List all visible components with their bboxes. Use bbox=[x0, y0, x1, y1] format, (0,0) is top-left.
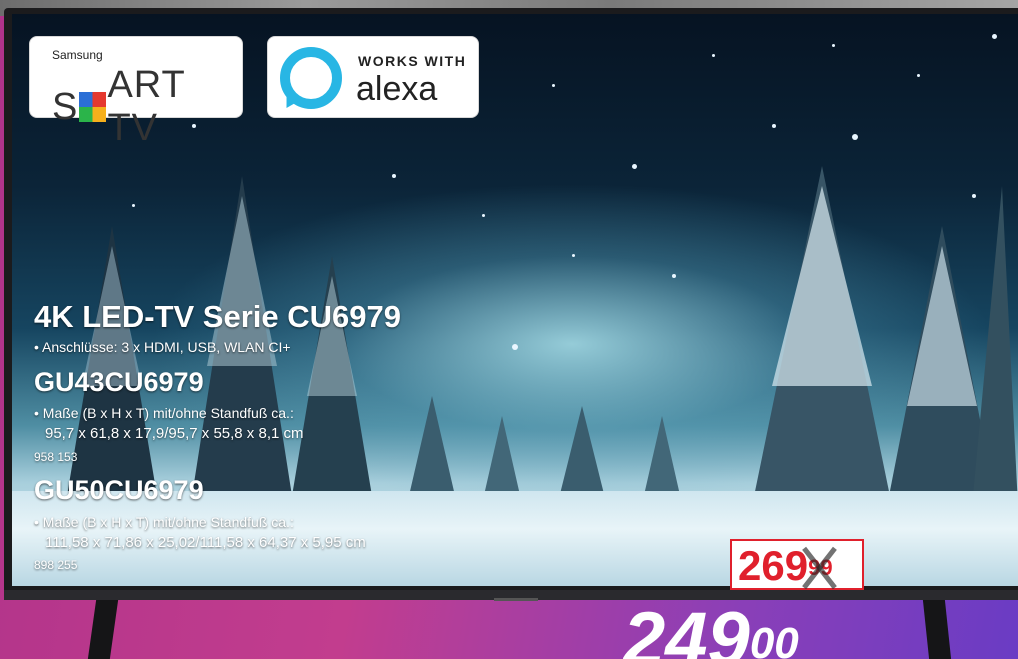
new-price-cents: 00 bbox=[749, 619, 799, 659]
tv-logo bbox=[494, 598, 538, 601]
smart-tv-logo: S ART TV bbox=[52, 64, 242, 150]
smart-tv-text-right: ART TV bbox=[107, 64, 186, 149]
strikethrough-x-icon bbox=[795, 547, 843, 587]
product-title: 4K LED-TV Serie CU6979 bbox=[34, 299, 401, 334]
new-price: 24900 bbox=[623, 600, 799, 659]
works-with-alexa-badge: WORKS WITH alexa bbox=[267, 36, 479, 118]
tv-stand-right bbox=[922, 600, 952, 659]
dimensions-label: • Maße (B x H x T) mit/ohne Standfuß ca.… bbox=[34, 405, 294, 421]
dimensions-value: 111,58 x 71,86 x 25,02/111,58 x 64,37 x … bbox=[45, 534, 366, 551]
samsung-brand-text: Samsung bbox=[52, 48, 103, 62]
model-name: GU50CU6979 bbox=[34, 475, 204, 505]
works-with-text: WORKS WITH bbox=[358, 53, 467, 69]
smart-tv-text-left: S bbox=[52, 85, 79, 128]
tv-stand-left bbox=[87, 600, 119, 659]
connections-text: • Anschlüsse: 3 x HDMI, USB, WLAN CI+ bbox=[34, 339, 291, 355]
old-price-tag: 26999 bbox=[730, 539, 864, 590]
tree-right-group bbox=[752, 166, 1018, 506]
new-price-main: 249 bbox=[623, 597, 750, 659]
article-number: 958 153 bbox=[34, 450, 78, 464]
smart-hub-icon bbox=[79, 92, 107, 122]
article-number: 898 255 bbox=[34, 558, 78, 572]
alexa-wordmark: alexa bbox=[356, 70, 438, 108]
samsung-smart-tv-badge: Samsung S ART TV bbox=[29, 36, 243, 149]
dimensions-label: • Maße (B x H x T) mit/ohne Standfuß ca.… bbox=[34, 514, 294, 530]
dimensions-value: 95,7 x 61,8 x 17,9/95,7 x 55,8 x 8,1 cm bbox=[45, 425, 304, 442]
model-name: GU43CU6979 bbox=[34, 367, 204, 397]
